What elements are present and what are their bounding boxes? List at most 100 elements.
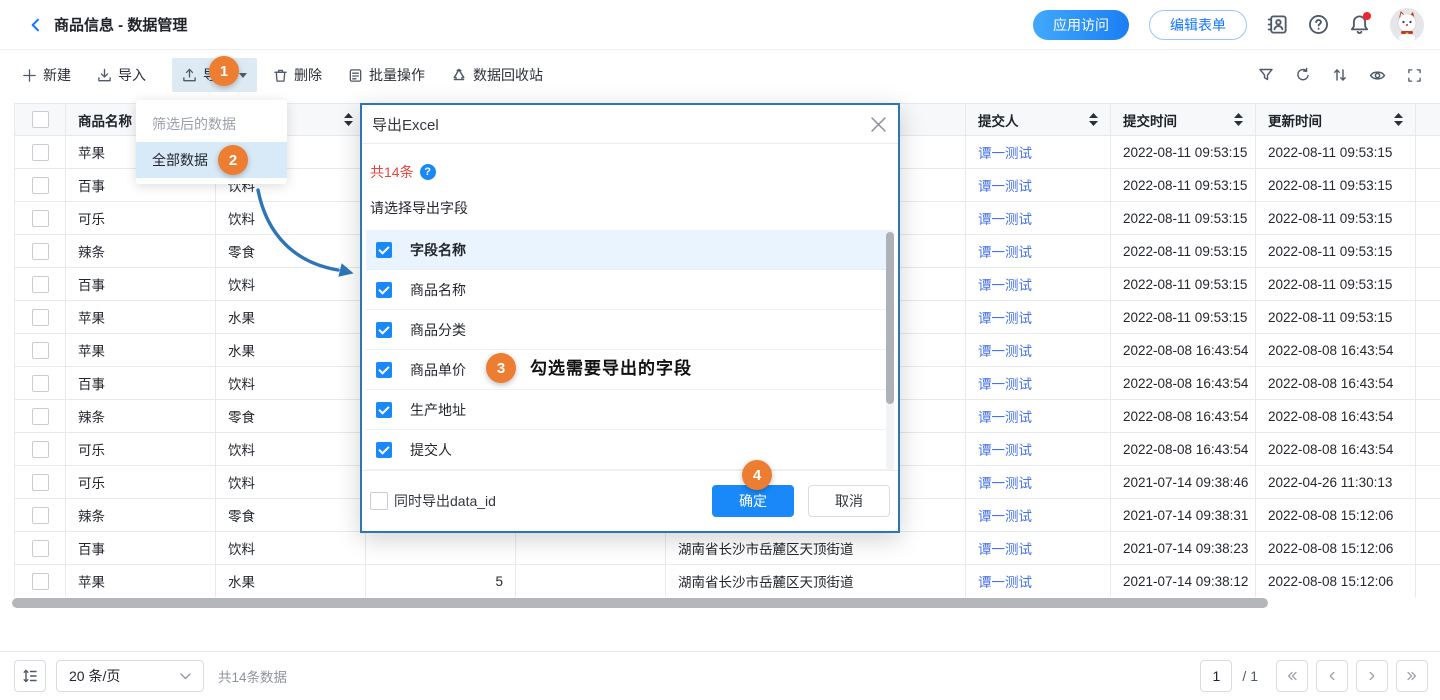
row-checkbox[interactable] [32,507,49,524]
checked-checkbox[interactable] [376,362,392,378]
notification-bell-icon[interactable] [1349,14,1370,35]
submitter-link[interactable]: 谭一测试 [978,241,1032,261]
cell-extra [1416,466,1440,499]
export-icon [182,68,197,83]
avatar[interactable] [1390,8,1424,42]
checked-checkbox[interactable] [376,242,392,258]
edit-form-button[interactable]: 编辑表单 [1149,10,1247,40]
menu-item-filtered-data[interactable]: 筛选后的数据 [136,106,287,142]
sort-arrows-icon[interactable] [1234,113,1243,126]
row-checkbox[interactable] [32,144,49,161]
submitter-link[interactable]: 谭一测试 [978,571,1032,591]
submitter-link[interactable]: 谭一测试 [978,307,1032,327]
cell-category: 饮料 [216,532,366,565]
cell-product-name: 辣条 [66,499,216,532]
submitter-link[interactable]: 谭一测试 [978,538,1032,558]
page-size-select[interactable]: 20 条/页 [56,660,204,692]
submitter-link[interactable]: 谭一测试 [978,340,1032,360]
row-checkbox[interactable] [32,276,49,293]
horizontal-scrollbar[interactable] [12,598,1268,608]
submitter-link[interactable]: 谭一测试 [978,505,1032,525]
row-checkbox[interactable] [32,342,49,359]
cell-product-name: 百事 [66,268,216,301]
menu-item-all-data[interactable]: 全部数据 [136,142,287,178]
cell-submit-time: 2022-08-08 16:43:54 [1111,367,1256,400]
row-checkbox[interactable] [32,573,49,590]
checked-checkbox[interactable] [376,322,392,338]
checked-checkbox[interactable] [376,402,392,418]
cell-submit-time: 2021-07-14 09:38:12 [1111,565,1256,597]
select-all-checkbox[interactable] [32,111,49,128]
cell-submit-time: 2022-08-08 16:43:54 [1111,334,1256,367]
app-access-button[interactable]: 应用访问 [1033,10,1129,40]
sort-arrows-icon[interactable] [1089,113,1098,126]
cell-product-name: 可乐 [66,433,216,466]
header-submitter[interactable]: 提交人 [966,104,1111,136]
header-submit-time[interactable]: 提交时间 [1111,104,1256,136]
cell-extra [1416,400,1440,433]
submitter-link[interactable]: 谭一测试 [978,472,1032,492]
delete-button[interactable]: 删除 [273,65,322,85]
cell-submit-time: 2022-08-11 09:53:15 [1111,202,1256,235]
cell-update-time: 2022-08-08 16:43:54 [1256,433,1416,466]
submitter-link[interactable]: 谭一测试 [978,208,1032,228]
row-checkbox[interactable] [32,309,49,326]
row-checkbox[interactable] [32,177,49,194]
fullscreen-icon[interactable] [1407,68,1422,83]
chevron-down-icon [239,73,247,78]
row-checkbox[interactable] [32,540,49,557]
row-checkbox-cell [15,499,66,532]
back-button[interactable] [28,17,44,33]
recycle-bin-button[interactable]: 数据回收站 [451,65,543,85]
list-scrollbar-thumb[interactable] [886,232,894,404]
close-icon[interactable] [871,117,886,132]
submitter-link[interactable]: 谭一测试 [978,142,1032,162]
current-page-input[interactable]: 1 [1200,660,1232,692]
cell-submitter: 谭一测试 [966,565,1111,597]
sort-icon[interactable] [1332,67,1348,83]
submitter-link[interactable]: 谭一测试 [978,373,1032,393]
row-checkbox[interactable] [32,408,49,425]
submitter-link[interactable]: 谭一测试 [978,274,1032,294]
field-label: 商品分类 [410,320,466,340]
cell-address: 湖南省长沙市岳麓区天顶街道 [666,565,966,597]
help-icon[interactable] [1308,14,1329,35]
filter-icon[interactable] [1258,67,1274,83]
header-update-time[interactable]: 更新时间 [1256,104,1416,136]
cell-extra [1416,136,1440,169]
cell-category: 饮料 [216,367,366,400]
visibility-eye-icon[interactable] [1369,67,1386,84]
last-page-button[interactable] [1396,660,1428,692]
row-checkbox[interactable] [32,243,49,260]
cell-submit-time: 2021-07-14 09:38:23 [1111,532,1256,565]
cell-product-name: 百事 [66,367,216,400]
cell-update-time: 2022-08-11 09:53:15 [1256,202,1416,235]
row-checkbox[interactable] [32,441,49,458]
next-page-button[interactable] [1356,660,1388,692]
contact-book-icon[interactable] [1267,14,1288,35]
submitter-link[interactable]: 谭一测试 [978,406,1032,426]
cancel-button[interactable]: 取消 [808,485,890,517]
row-checkbox[interactable] [32,375,49,392]
row-checkbox[interactable] [32,474,49,491]
new-button[interactable]: 新建 [22,65,71,85]
row-height-button[interactable] [14,660,46,692]
checked-checkbox[interactable] [376,442,392,458]
row-checkbox[interactable] [32,210,49,227]
sort-arrows-icon[interactable] [1394,113,1403,126]
refresh-icon[interactable] [1295,67,1311,83]
submitter-link[interactable]: 谭一测试 [978,175,1032,195]
data-id-checkbox[interactable] [370,492,388,510]
step-badge-3: 3 [486,353,516,383]
submitter-link[interactable]: 谭一测试 [978,439,1032,459]
confirm-button[interactable]: 确定 [712,485,794,517]
help-icon[interactable]: ? [420,164,436,180]
row-checkbox-cell [15,334,66,367]
sort-arrows-icon[interactable] [344,113,353,126]
cell-extra [1416,301,1440,334]
import-button[interactable]: 导入 [97,65,146,85]
first-page-button[interactable] [1276,660,1308,692]
checked-checkbox[interactable] [376,282,392,298]
batch-operations-button[interactable]: 批量操作 [348,65,425,85]
prev-page-button[interactable] [1316,660,1348,692]
